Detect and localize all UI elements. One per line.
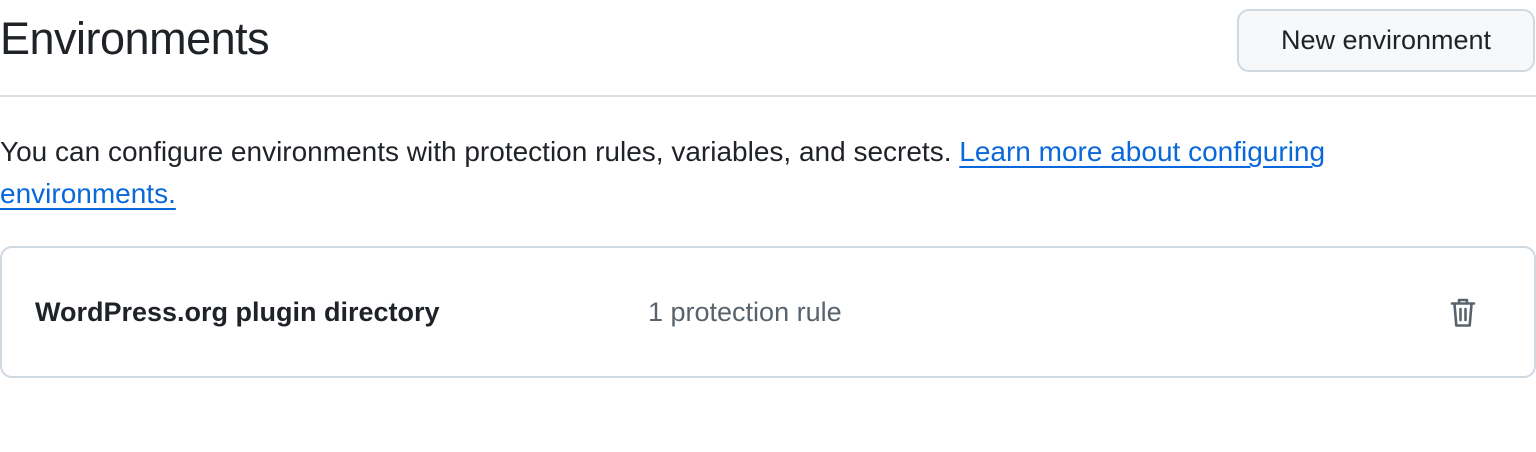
environment-name-link[interactable]: WordPress.org plugin directory (35, 294, 440, 330)
page-title: Environments (0, 13, 270, 64)
protection-rules-count: 1 protection rule (648, 297, 842, 327)
trash-icon (1450, 298, 1476, 327)
environment-row: WordPress.org plugin directory 1 protect… (2, 248, 1534, 376)
environment-list: WordPress.org plugin directory 1 protect… (0, 246, 1536, 378)
new-environment-button[interactable]: New environment (1237, 9, 1535, 72)
description-text: You can configure environments with prot… (0, 136, 960, 167)
description: You can configure environments with prot… (0, 131, 1500, 215)
delete-environment-button[interactable] (1440, 292, 1486, 334)
page-header: Environments New environment (0, 0, 1536, 97)
